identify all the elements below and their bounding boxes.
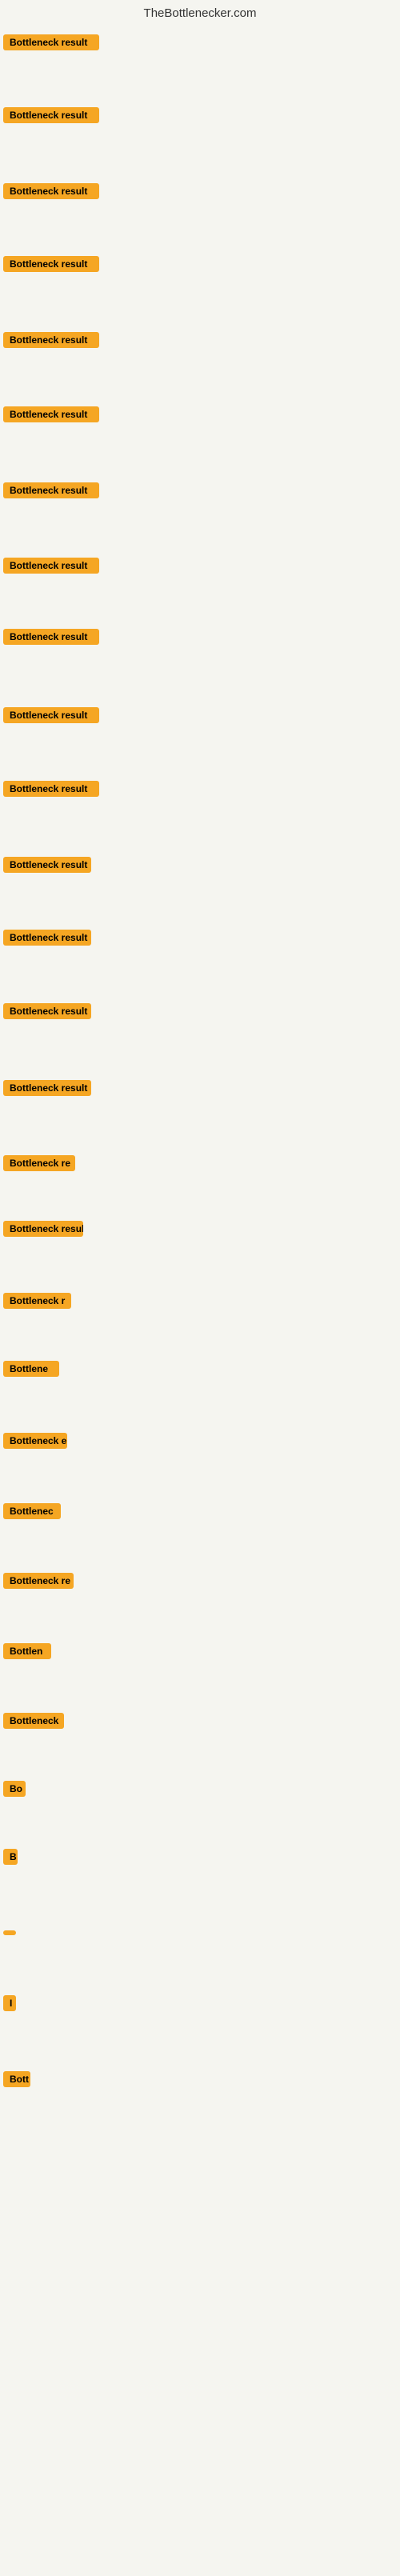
bottleneck-badge[interactable]: Bottlen (3, 1643, 51, 1659)
bottleneck-badge[interactable]: I (3, 1995, 16, 2011)
bottleneck-item: Bottlenec (3, 1498, 397, 1528)
bottleneck-badge[interactable]: Bottleneck result (3, 558, 99, 574)
bottleneck-badge[interactable]: Bottleneck result (3, 781, 99, 797)
bottleneck-item: Bottleneck result (3, 553, 397, 582)
bottleneck-badge[interactable]: Bottleneck (3, 1713, 64, 1729)
bottleneck-badge[interactable]: Bottleneck re (3, 1573, 74, 1589)
bottleneck-badge[interactable]: Bottleneck result (3, 1080, 91, 1096)
bottleneck-badge[interactable]: Bottleneck r (3, 1293, 71, 1309)
bottleneck-badge[interactable]: Bott (3, 2071, 30, 2087)
bottleneck-item: Bottleneck result (3, 478, 397, 507)
bottleneck-item: Bottleneck (3, 1708, 397, 1738)
bottleneck-badge[interactable]: Bottlenec (3, 1503, 61, 1519)
bottleneck-item: Bottleneck resul (3, 1216, 397, 1246)
bottleneck-item: Bottleneck result (3, 251, 397, 281)
bottleneck-item: Bottleneck result (3, 776, 397, 806)
bottleneck-badge[interactable]: Bottleneck result (3, 256, 99, 272)
bottleneck-item (3, 1920, 397, 1944)
bottleneck-badge[interactable]: Bottleneck resul (3, 1221, 83, 1237)
bottleneck-badge[interactable]: Bottleneck result (3, 482, 99, 498)
bottleneck-badge[interactable]: Bottlene (3, 1361, 59, 1377)
bottleneck-item: Bo (3, 1776, 397, 1806)
bottleneck-badge[interactable]: Bottleneck result (3, 857, 91, 873)
bottleneck-badge[interactable]: Bottleneck result (3, 34, 99, 50)
bottleneck-item: Bottleneck result (3, 102, 397, 132)
bottleneck-badge[interactable]: Bottleneck result (3, 930, 91, 946)
site-title: TheBottlenecker.com (0, 0, 400, 30)
bottleneck-item: Bottleneck result (3, 998, 397, 1028)
bottleneck-item: Bottleneck re (3, 1150, 397, 1180)
bottleneck-badge[interactable]: Bottleneck result (3, 629, 99, 645)
bottleneck-item: Bottlene (3, 1356, 397, 1386)
bottleneck-item: Bott (3, 2066, 397, 2096)
bottleneck-item: Bottleneck result (3, 925, 397, 954)
bottleneck-item: Bottleneck result (3, 30, 397, 59)
bottleneck-item: Bottleneck result (3, 178, 397, 208)
bottleneck-item: Bottlen (3, 1638, 397, 1668)
bottleneck-badge[interactable]: Bottleneck result (3, 707, 99, 723)
bottleneck-badge[interactable]: B (3, 1849, 18, 1865)
bottleneck-item: Bottleneck re (3, 1568, 397, 1598)
bottleneck-badge[interactable]: Bottleneck result (3, 1003, 91, 1019)
items-container: Bottleneck result Bottleneck result Bottle… (0, 30, 400, 2576)
bottleneck-item: Bottleneck result (3, 327, 397, 357)
bottleneck-item: Bottleneck e (3, 1428, 397, 1458)
bottleneck-badge[interactable]: Bottleneck result (3, 406, 99, 422)
bottleneck-item: Bottleneck result (3, 1075, 397, 1105)
bottleneck-badge[interactable]: Bottleneck result (3, 332, 99, 348)
bottleneck-item: B (3, 1844, 397, 1874)
bottleneck-badge[interactable]: Bottleneck result (3, 107, 99, 123)
bottleneck-item: Bottleneck result (3, 852, 397, 882)
bottleneck-badge[interactable]: Bottleneck re (3, 1155, 75, 1171)
bottleneck-badge[interactable]: Bo (3, 1781, 26, 1797)
bottleneck-item: I (3, 1990, 397, 2020)
bottleneck-badge[interactable]: Bottleneck result (3, 183, 99, 199)
bottleneck-badge[interactable]: Bottleneck e (3, 1433, 67, 1449)
bottleneck-badge[interactable] (3, 1930, 16, 1935)
bottleneck-item: Bottleneck r (3, 1288, 397, 1318)
bottleneck-item: Bottleneck result (3, 702, 397, 732)
bottleneck-item: Bottleneck result (3, 402, 397, 431)
bottleneck-item: Bottleneck result (3, 624, 397, 654)
